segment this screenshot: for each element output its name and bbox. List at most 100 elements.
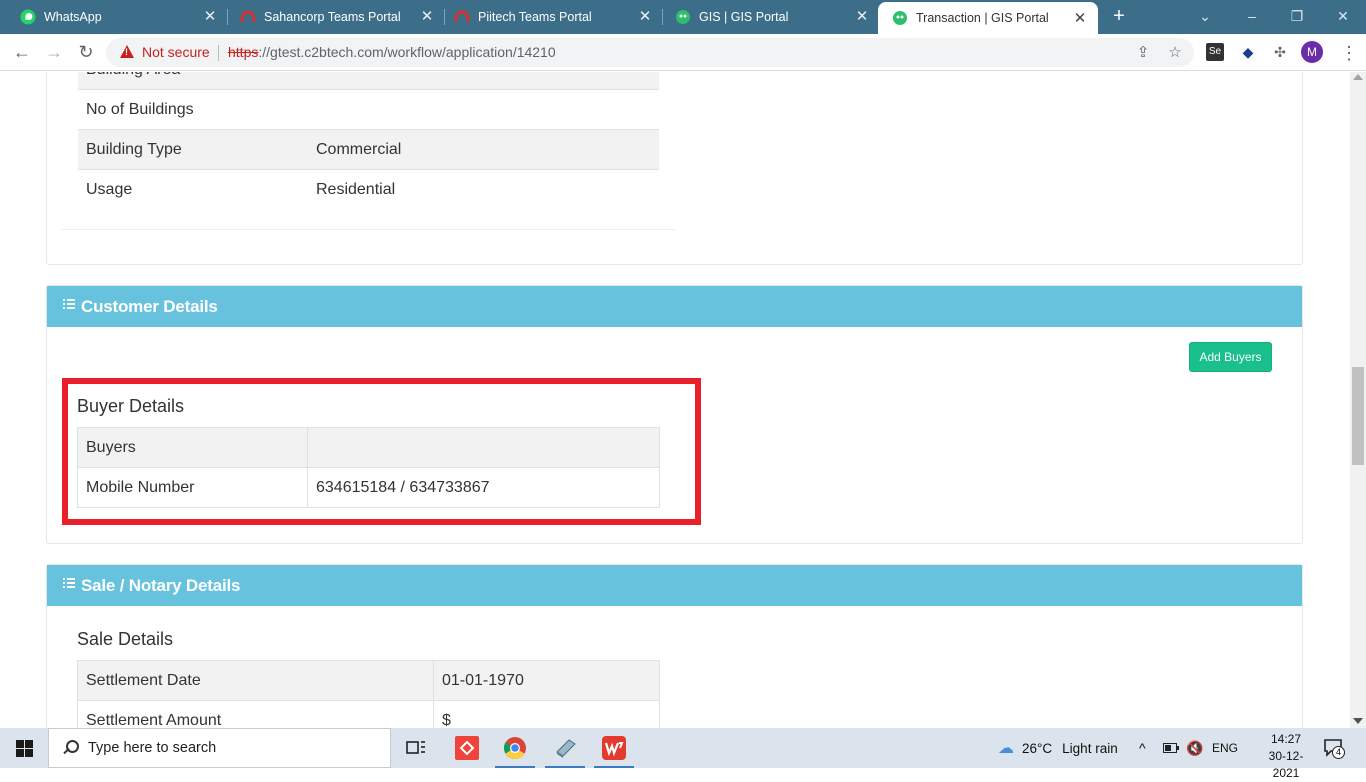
new-tab-button[interactable]: +: [1110, 6, 1128, 26]
bookmark-star-icon[interactable]: ☆: [1166, 44, 1184, 62]
windows-start-icon[interactable]: [16, 740, 33, 757]
table-cell-value: [307, 427, 660, 468]
language-indicator[interactable]: ENG: [1212, 728, 1238, 768]
profile-avatar[interactable]: M: [1301, 41, 1323, 63]
tab-title: GIS | GIS Portal: [699, 10, 789, 24]
customer-details-card: Customer Details Add Buyers Buyer Detail…: [46, 285, 1303, 544]
table-row: Settlement Amount $: [77, 700, 660, 728]
customer-details-title: Customer Details: [81, 296, 218, 316]
omnibox-divider: [218, 45, 219, 61]
table-cell-label: Building Type: [78, 129, 308, 170]
url-text[interactable]: https://gtest.c2btech.com/workflow/appli…: [228, 44, 556, 60]
security-status[interactable]: Not secure: [142, 44, 210, 60]
buyer-table: Buyers Mobile Number 634615184 / 6347338…: [77, 427, 660, 508]
table-row: Building Type Commercial: [78, 129, 659, 170]
table-cell-label: No of Buildings: [78, 89, 308, 130]
tab-search-icon[interactable]: ⌄: [1195, 6, 1215, 26]
table-row: Buyers: [77, 427, 660, 468]
table-row: Mobile Number 634615184 / 634733867: [77, 467, 660, 508]
table-cell-value: Commercial: [308, 129, 659, 170]
weather-widget[interactable]: ☁ 26°C Light rain: [998, 728, 1118, 768]
back-button[interactable]: ←: [12, 42, 32, 62]
restore-button[interactable]: ❐: [1287, 6, 1307, 26]
browser-tabstrip: WhatsApp ✕ Sahancorp Teams Portal ✕ Piit…: [0, 0, 1366, 34]
notification-center-icon[interactable]: 4: [1323, 737, 1345, 759]
minimize-button[interactable]: –: [1242, 6, 1262, 26]
clock-date: 30-12-2021: [1268, 749, 1304, 780]
teams-portal-icon: [454, 9, 470, 25]
scroll-down-arrow-icon[interactable]: [1353, 718, 1363, 724]
add-buyers-button[interactable]: Add Buyers: [1189, 342, 1272, 372]
volume-muted-icon[interactable]: 🔇: [1186, 728, 1203, 768]
anydesk-icon[interactable]: [455, 736, 479, 760]
tab-title: Sahancorp Teams Portal: [264, 10, 401, 24]
search-placeholder: Type here to search: [88, 740, 217, 756]
tab-piitech[interactable]: Piitech Teams Portal ✕: [434, 0, 663, 34]
property-details-card: Building Area No of Buildings Building T…: [46, 72, 1303, 265]
weather-temperature: 26°C: [1022, 740, 1053, 756]
chrome-icon[interactable]: [495, 736, 535, 768]
close-tab-icon[interactable]: ✕: [419, 9, 435, 25]
list-icon: [63, 298, 75, 309]
close-tab-icon[interactable]: ✕: [637, 9, 653, 25]
tab-sahancorp[interactable]: Sahancorp Teams Portal ✕: [220, 0, 445, 34]
table-cell-value: [308, 89, 659, 130]
sale-table: Settlement Date 01-01-1970 Settlement Am…: [77, 660, 660, 728]
tab-gis-portal[interactable]: GIS | GIS Portal ✕: [655, 0, 880, 34]
system-clock[interactable]: 14:27 30-12-2021: [1258, 731, 1314, 782]
table-cell-value: [308, 72, 659, 90]
address-bar[interactable]: Not secure https://gtest.c2btech.com/wor…: [106, 38, 1194, 67]
share-icon[interactable]: ⇪: [1134, 44, 1152, 62]
scrollbar-thumb[interactable]: [1352, 367, 1364, 465]
table-cell-label: Mobile Number: [77, 467, 308, 508]
sale-details-title: Sale Details: [77, 629, 174, 649]
selenium-extension-icon[interactable]: Se: [1206, 43, 1224, 61]
close-tab-icon[interactable]: ✕: [1072, 11, 1088, 27]
page-scrollbar[interactable]: [1350, 72, 1366, 728]
close-tab-icon[interactable]: ✕: [202, 9, 218, 25]
property-table: Building Area No of Buildings Building T…: [78, 72, 659, 210]
table-row: Usage Residential: [78, 169, 659, 210]
rain-cloud-icon: ☁: [998, 740, 1014, 757]
table-cell-value: Residential: [308, 169, 659, 210]
warning-icon: [120, 45, 134, 58]
puzzle-icon[interactable]: ✣: [1270, 42, 1290, 62]
property-table-wrap: Building Area No of Buildings Building T…: [61, 72, 676, 230]
gis-portal-icon: [675, 9, 691, 25]
clock-time: 14:27: [1270, 732, 1302, 746]
taskbar-search-box[interactable]: Type here to search: [48, 728, 391, 768]
table-row: Settlement Date 01-01-1970: [77, 660, 660, 701]
wps-office-icon[interactable]: [594, 736, 634, 768]
notification-count-badge: 4: [1332, 746, 1345, 759]
tab-title: WhatsApp: [44, 10, 102, 24]
table-cell-value: $: [433, 700, 660, 728]
sale-notary-card: Sale / Notary Details Sale Details Settl…: [46, 564, 1303, 728]
more-menu-icon[interactable]: ⋮: [1340, 42, 1358, 64]
browser-toolbar: ← → ↻ Not secure https://gtest.c2btech.c…: [0, 34, 1366, 71]
table-cell-value: 634615184 / 634733867: [307, 467, 660, 508]
file-explorer-icon[interactable]: [545, 736, 585, 768]
show-hidden-icons-icon[interactable]: ^: [1139, 728, 1146, 768]
table-row: No of Buildings: [78, 89, 659, 130]
scroll-up-arrow-icon[interactable]: [1353, 74, 1363, 80]
table-row: Building Area: [78, 72, 659, 90]
tab-whatsapp[interactable]: WhatsApp ✕: [0, 0, 228, 34]
forward-button[interactable]: →: [44, 42, 64, 62]
extension-icon[interactable]: ◆: [1238, 42, 1258, 62]
task-view-icon[interactable]: [404, 736, 428, 760]
tab-transaction[interactable]: Transaction | GIS Portal ✕: [878, 2, 1098, 34]
table-cell-label: Settlement Amount: [77, 700, 434, 728]
whatsapp-icon: [20, 9, 36, 25]
tab-title: Transaction | GIS Portal: [916, 11, 1049, 25]
weather-description: Light rain: [1062, 740, 1118, 756]
battery-icon[interactable]: [1163, 728, 1179, 768]
close-window-button[interactable]: ✕: [1333, 6, 1353, 26]
close-tab-icon[interactable]: ✕: [854, 9, 870, 25]
reload-button[interactable]: ↻: [76, 42, 96, 62]
sale-notary-title: Sale / Notary Details: [81, 575, 241, 595]
page-viewport: Building Area No of Buildings Building T…: [0, 72, 1350, 728]
list-icon: [63, 577, 75, 588]
table-cell-value: 01-01-1970: [433, 660, 660, 701]
tab-title: Piitech Teams Portal: [478, 10, 592, 24]
table-cell-label: Building Area: [78, 72, 308, 90]
